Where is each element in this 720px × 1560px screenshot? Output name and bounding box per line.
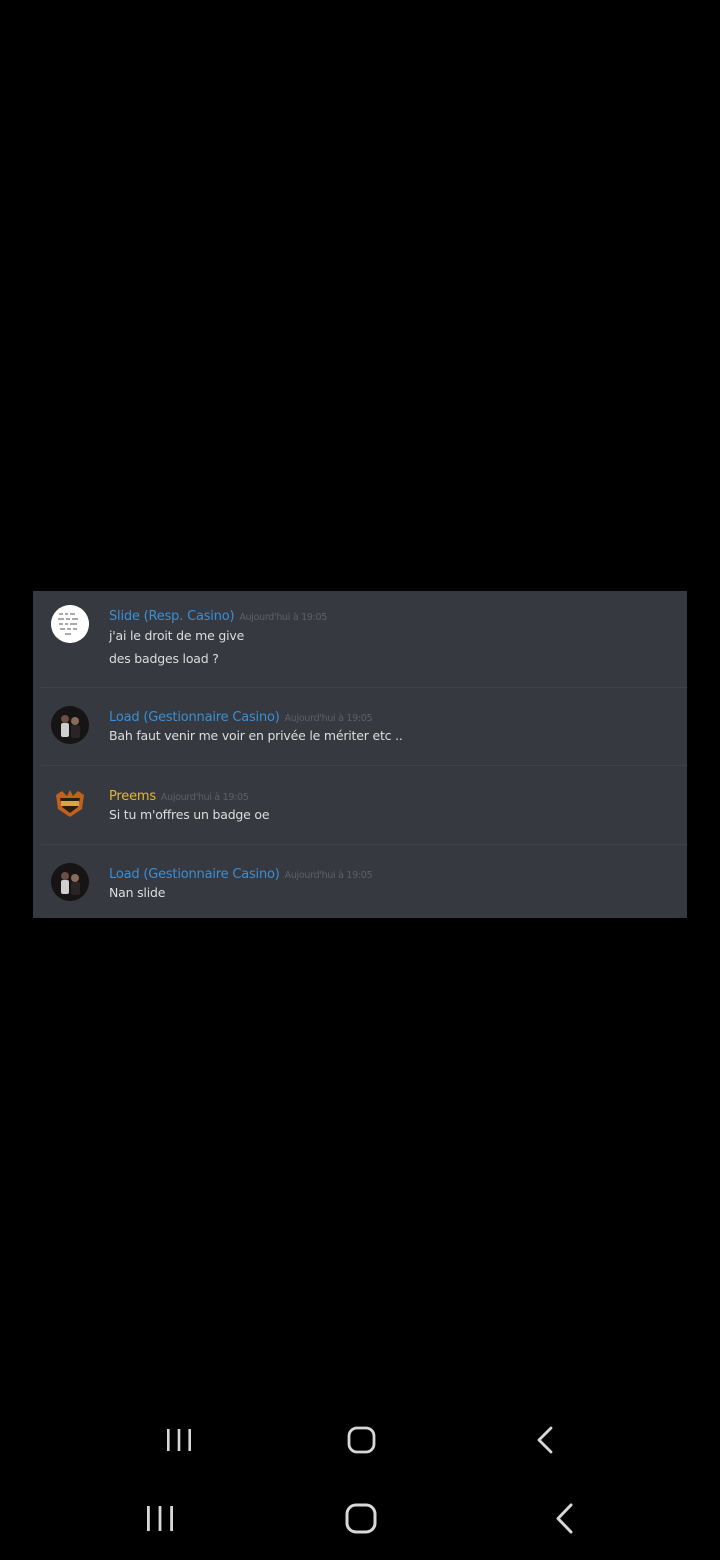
home-icon <box>347 1426 376 1454</box>
message-text-line: j'ai le droit de me give <box>109 628 245 643</box>
chat-message: Load (Gestionnaire Casino) Aujourd'hui à … <box>33 688 687 766</box>
back-icon <box>556 1503 573 1534</box>
inner-navigation-bar <box>0 1410 720 1470</box>
message-author[interactable]: Load (Gestionnaire Casino) <box>109 710 280 725</box>
user-avatar-icon[interactable] <box>51 605 89 643</box>
message-author[interactable]: Slide (Resp. Casino) <box>109 609 235 624</box>
message-timestamp: Aujourd'hui à 19:05 <box>160 792 249 803</box>
device-navigation-bar <box>0 1488 720 1548</box>
chat-screenshot-panel: Slide (Resp. Casino) Aujourd'hui à 19:05 … <box>33 591 687 918</box>
message-text-line: Bah faut venir me voir en privée le méri… <box>109 728 403 743</box>
recents-icon <box>147 1506 173 1531</box>
message-timestamp: Aujourd'hui à 19:05 <box>284 713 373 724</box>
message-header: Load (Gestionnaire Casino) Aujourd'hui à … <box>109 863 373 882</box>
home-button[interactable] <box>331 1488 391 1548</box>
message-header: Slide (Resp. Casino) Aujourd'hui à 19:05 <box>109 605 327 624</box>
chat-message: Load (Gestionnaire Casino) Aujourd'hui à … <box>33 845 687 918</box>
message-timestamp: Aujourd'hui à 19:05 <box>284 870 373 881</box>
home-button[interactable] <box>332 1410 392 1470</box>
message-text-line: Nan slide <box>109 885 166 900</box>
message-header: Load (Gestionnaire Casino) Aujourd'hui à … <box>109 706 373 725</box>
message-author[interactable]: Load (Gestionnaire Casino) <box>109 867 280 882</box>
message-timestamp: Aujourd'hui à 19:05 <box>239 612 327 623</box>
chat-message: Preems Aujourd'hui à 19:05 Si tu m'offres… <box>33 766 687 845</box>
back-button[interactable] <box>515 1410 575 1470</box>
user-avatar-icon[interactable] <box>51 785 89 823</box>
back-button[interactable] <box>533 1488 593 1548</box>
user-avatar-icon[interactable] <box>51 706 89 744</box>
user-avatar-icon[interactable] <box>51 863 89 901</box>
back-icon <box>537 1426 553 1454</box>
recents-button[interactable] <box>130 1488 190 1548</box>
home-icon <box>345 1503 377 1534</box>
recents-button[interactable] <box>149 1410 209 1470</box>
message-text-line: des badges load ? <box>109 651 219 666</box>
recents-icon <box>167 1429 191 1451</box>
chat-message: Slide (Resp. Casino) Aujourd'hui à 19:05 … <box>33 591 687 688</box>
message-header: Preems Aujourd'hui à 19:05 <box>109 785 249 804</box>
message-text-line: Si tu m'offres un badge oe <box>109 807 270 822</box>
message-author[interactable]: Preems <box>109 789 156 804</box>
